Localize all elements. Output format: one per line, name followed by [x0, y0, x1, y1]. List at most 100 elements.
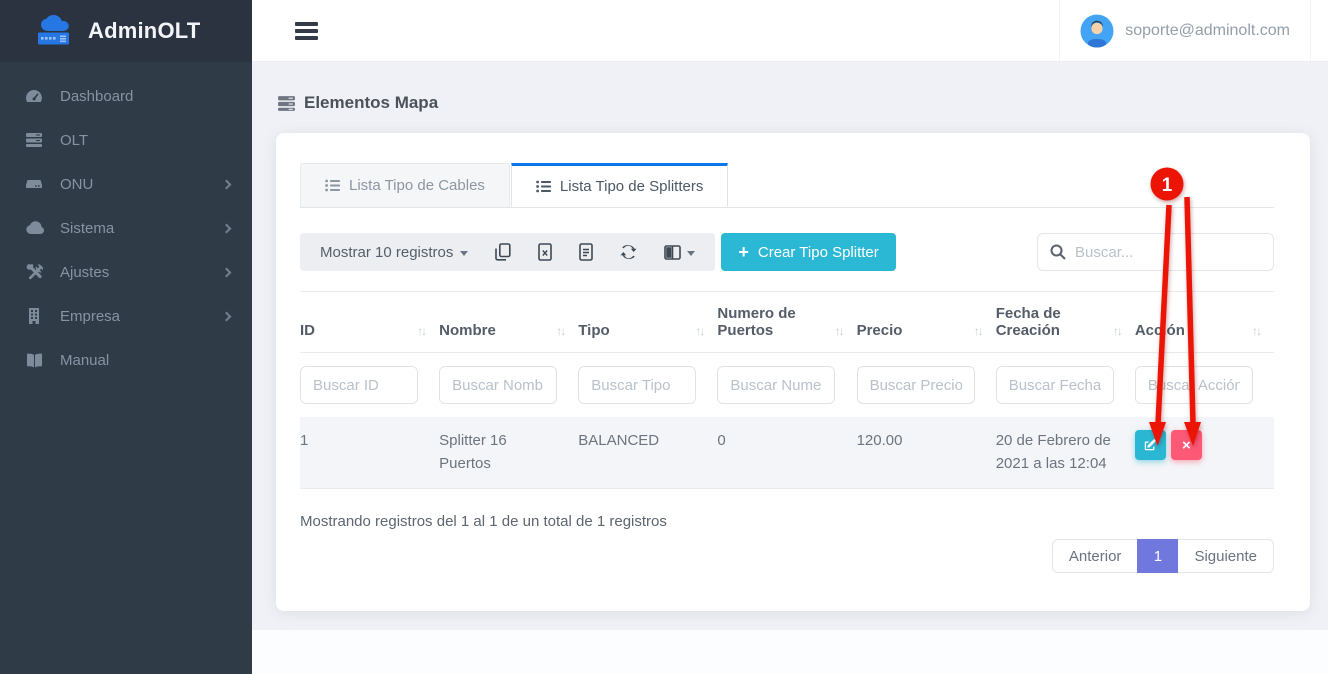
list-icon: [536, 180, 551, 193]
filter-fecha-input[interactable]: [996, 366, 1114, 404]
filter-id-input[interactable]: [300, 366, 418, 404]
delete-button[interactable]: ×: [1171, 430, 1202, 460]
column-header-precio[interactable]: Precio ↑↓: [857, 292, 996, 353]
cell-id: 1: [300, 417, 439, 489]
top-header: soporte@adminolt.com: [252, 0, 1328, 62]
pagination-previous-button[interactable]: Anterior: [1052, 539, 1138, 573]
sidebar-nav: Dashboard OLT ONU Sistema Ajus: [0, 62, 252, 382]
sort-icon[interactable]: ↑↓: [695, 324, 703, 339]
user-email: soporte@adminolt.com: [1125, 22, 1290, 40]
column-label: ID: [300, 322, 315, 339]
search-input[interactable]: [1075, 244, 1274, 261]
filter-numero-input[interactable]: [717, 366, 835, 404]
cell-nombre: Splitter 16 Puertos: [439, 417, 578, 489]
create-splitter-label: Crear Tipo Splitter: [758, 244, 879, 261]
tools-group: Mostrar 10 registros: [300, 233, 715, 271]
device-icon: [24, 175, 44, 193]
splitters-table: ID ↑↓ Nombre ↑↓ Tipo ↑↓ Numero de Puertos ↑↓…: [300, 291, 1274, 489]
sort-icon[interactable]: ↑↓: [1252, 324, 1260, 339]
filter-precio-input[interactable]: [857, 366, 975, 404]
gauge-icon: [24, 87, 44, 105]
sidebar-item-empresa[interactable]: Empresa: [0, 294, 252, 338]
tab-label: Lista Tipo de Cables: [349, 177, 485, 194]
table-info: Mostrando registros del 1 al 1 de un tot…: [300, 513, 1274, 530]
cell-tipo: BALANCED: [578, 417, 717, 489]
column-header-fecha-de-creacion[interactable]: Fecha de Creación ↑↓: [996, 292, 1135, 353]
sidebar-item-manual[interactable]: Manual: [0, 338, 252, 382]
column-header-id[interactable]: ID ↑↓: [300, 292, 439, 353]
avatar: [1080, 14, 1114, 48]
column-label: Precio: [857, 322, 903, 339]
chevron-right-icon: [222, 179, 232, 189]
sidebar-item-dashboard[interactable]: Dashboard: [0, 74, 252, 118]
sort-icon[interactable]: ↑↓: [556, 324, 564, 339]
column-label: Nombre: [439, 322, 496, 339]
sort-icon[interactable]: ↑↓: [835, 324, 843, 339]
building-icon: [24, 307, 44, 325]
footer-strip: [252, 630, 1328, 674]
column-header-nombre[interactable]: Nombre ↑↓: [439, 292, 578, 353]
tab-lista-tipo-de-splitters[interactable]: Lista Tipo de Splitters: [511, 163, 728, 207]
column-header-numero-de-puertos[interactable]: Numero de Puertos ↑↓: [717, 292, 856, 353]
cloud-switch-logo-icon: [34, 15, 78, 48]
pagination: Anterior 1 Siguiente: [300, 539, 1274, 573]
tab-lista-tipo-de-cables[interactable]: Lista Tipo de Cables: [300, 163, 510, 207]
sidebar: AdminOLT Dashboard OLT ONU Sistema: [0, 0, 252, 674]
table-toolbar: Mostrar 10 registros: [300, 233, 1274, 271]
menu-toggle-icon[interactable]: [295, 19, 318, 43]
sidebar-item-onu[interactable]: ONU: [0, 162, 252, 206]
column-label: Tipo: [578, 322, 609, 339]
brand-name: AdminOLT: [88, 18, 200, 44]
content-area: Elementos Mapa Lista Tipo de Cables List…: [252, 62, 1328, 674]
length-menu-label: Mostrar 10 registros: [320, 244, 453, 261]
sidebar-item-olt[interactable]: OLT: [0, 118, 252, 162]
table-search: [1037, 233, 1274, 271]
create-splitter-button[interactable]: + Crear Tipo Splitter: [721, 233, 895, 271]
sidebar-item-label: Manual: [60, 352, 230, 369]
page-title: Elementos Mapa: [277, 93, 438, 113]
column-header-tipo[interactable]: Tipo ↑↓: [578, 292, 717, 353]
cloud-icon: [24, 219, 44, 237]
sidebar-item-ajustes[interactable]: Ajustes: [0, 250, 252, 294]
cell-fecha-de-creacion: 20 de Febrero de 2021 a las 12:04: [996, 417, 1135, 489]
chevron-right-icon: [222, 223, 232, 233]
sidebar-item-sistema[interactable]: Sistema: [0, 206, 252, 250]
page-title-text: Elementos Mapa: [304, 93, 438, 113]
user-menu[interactable]: soporte@adminolt.com: [1059, 0, 1311, 61]
filter-nombre-input[interactable]: [439, 366, 557, 404]
filter-tipo-input[interactable]: [578, 366, 696, 404]
main-card: Lista Tipo de Cables Lista Tipo de Split…: [276, 133, 1310, 611]
book-icon: [24, 351, 44, 369]
server-icon: [24, 131, 44, 149]
sort-icon[interactable]: ↑↓: [417, 324, 425, 339]
excel-icon[interactable]: [538, 243, 552, 261]
sort-icon[interactable]: ↑↓: [1113, 324, 1121, 339]
caret-down-icon: [460, 251, 468, 256]
caret-down-icon: [687, 251, 695, 256]
edit-button[interactable]: [1135, 430, 1166, 460]
cell-precio: 120.00: [857, 417, 996, 489]
cell-numero-de-puertos: 0: [717, 417, 856, 489]
refresh-icon[interactable]: [620, 244, 637, 260]
file-icon[interactable]: [579, 243, 593, 261]
list-icon: [325, 179, 340, 192]
sidebar-item-label: Ajustes: [60, 264, 223, 281]
server-icon: [277, 95, 296, 112]
column-label: Numero de Puertos: [717, 305, 797, 339]
pagination-next-button[interactable]: Siguiente: [1178, 539, 1274, 573]
table-filter-row: [300, 353, 1274, 418]
length-menu-dropdown[interactable]: Mostrar 10 registros: [320, 244, 468, 261]
tab-label: Lista Tipo de Splitters: [560, 178, 703, 195]
brand[interactable]: AdminOLT: [0, 0, 252, 62]
copy-icon[interactable]: [495, 243, 511, 261]
close-icon: ×: [1182, 437, 1191, 454]
column-header-accion[interactable]: Acción↑↓: [1135, 292, 1274, 353]
column-label: Fecha de Creación: [996, 305, 1076, 339]
filter-accion-input[interactable]: [1135, 366, 1253, 404]
pagination-page-1-button[interactable]: 1: [1137, 539, 1178, 573]
table-header-row: ID ↑↓ Nombre ↑↓ Tipo ↑↓ Numero de Puertos ↑↓…: [300, 292, 1274, 353]
plus-icon: +: [738, 243, 749, 261]
sort-icon[interactable]: ↑↓: [974, 324, 982, 339]
table-row: 1 Splitter 16 Puertos BALANCED 0 120.00 …: [300, 417, 1274, 489]
columns-icon[interactable]: [664, 245, 695, 260]
